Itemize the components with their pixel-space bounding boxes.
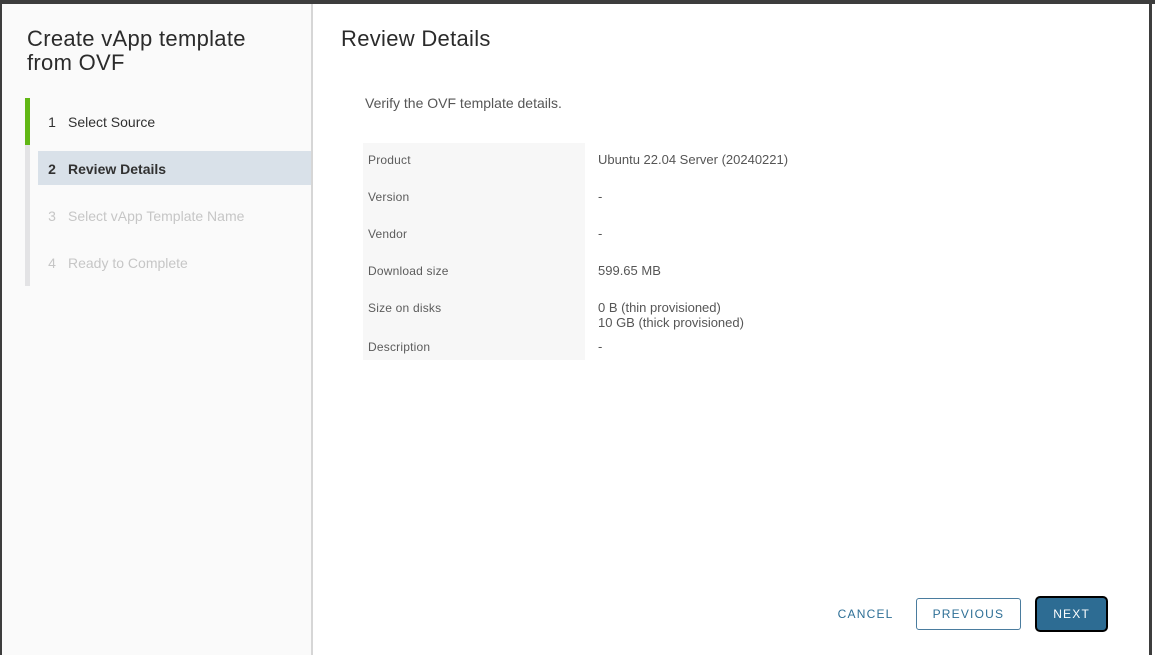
detail-value-line: - xyxy=(598,226,943,241)
window-frame-right xyxy=(1149,0,1152,655)
detail-value: - xyxy=(585,330,943,360)
sidebar-step-3: 3 Select vApp Template Name xyxy=(2,192,311,239)
detail-value: - xyxy=(585,217,943,254)
step-number: 4 xyxy=(45,255,59,271)
detail-label: Vendor xyxy=(363,217,585,254)
content-description: Verify the OVF template details. xyxy=(365,95,562,111)
detail-row: Version- xyxy=(363,180,943,217)
review-details-panel: Review Details Verify the OVF template d… xyxy=(315,4,1149,655)
detail-value-line: - xyxy=(598,189,943,204)
cancel-button[interactable]: CANCEL xyxy=(830,598,902,630)
detail-value: 0 B (thin provisioned)10 GB (thick provi… xyxy=(585,291,943,330)
step-label: Select Source xyxy=(68,114,155,130)
wizard-sidebar: Create vApp template from OVF 1 Select So… xyxy=(2,4,313,655)
detail-value-line: - xyxy=(598,339,943,354)
detail-value: 599.65 MB xyxy=(585,254,943,291)
detail-label: Product xyxy=(363,143,585,180)
detail-row: Description- xyxy=(363,330,943,360)
window-frame-top xyxy=(0,0,1155,4)
detail-label: Size on disks xyxy=(363,291,585,330)
sidebar-step-1[interactable]: 1 Select Source xyxy=(2,98,311,145)
detail-row: Product Ubuntu 22.04 Server (20240221) xyxy=(363,143,943,180)
previous-button[interactable]: PREVIOUS xyxy=(916,598,1022,630)
wizard-title: Create vApp template from OVF xyxy=(27,27,293,75)
detail-label: Description xyxy=(363,330,585,360)
step-label: Review Details xyxy=(68,161,166,177)
detail-row: Download size 599.65 MB xyxy=(363,254,943,291)
window-frame-left xyxy=(0,0,2,655)
detail-value-line: 10 GB (thick provisioned) xyxy=(598,315,943,330)
detail-value: - xyxy=(585,180,943,217)
step-label: Select vApp Template Name xyxy=(68,208,244,224)
step-number: 2 xyxy=(45,161,59,177)
sidebar-step-2[interactable]: 2 Review Details xyxy=(2,145,311,192)
detail-value-line: 599.65 MB xyxy=(598,263,943,278)
step-label: Ready to Complete xyxy=(68,255,188,271)
wizard-stepnav: 1 Select Source 2 Review Details 3 Select vAp… xyxy=(2,98,311,286)
step-number: 3 xyxy=(45,208,59,224)
detail-label: Download size xyxy=(363,254,585,291)
details-table: Product Ubuntu 22.04 Server (20240221) Ver… xyxy=(363,143,943,360)
detail-label: Version xyxy=(363,180,585,217)
step-number: 1 xyxy=(45,114,59,130)
detail-value: Ubuntu 22.04 Server (20240221) xyxy=(585,143,943,180)
page-title: Review Details xyxy=(341,27,1149,51)
detail-row: Vendor- xyxy=(363,217,943,254)
wizard-footer: CANCEL PREVIOUS NEXT xyxy=(830,597,1106,630)
detail-value-line: 0 B (thin provisioned) xyxy=(598,300,943,315)
detail-value-line: Ubuntu 22.04 Server (20240221) xyxy=(598,152,943,167)
next-button[interactable]: NEXT xyxy=(1037,598,1106,630)
detail-row: Size on disks0 B (thin provisioned)10 GB… xyxy=(363,291,943,330)
sidebar-step-4: 4 Ready to Complete xyxy=(2,239,311,286)
